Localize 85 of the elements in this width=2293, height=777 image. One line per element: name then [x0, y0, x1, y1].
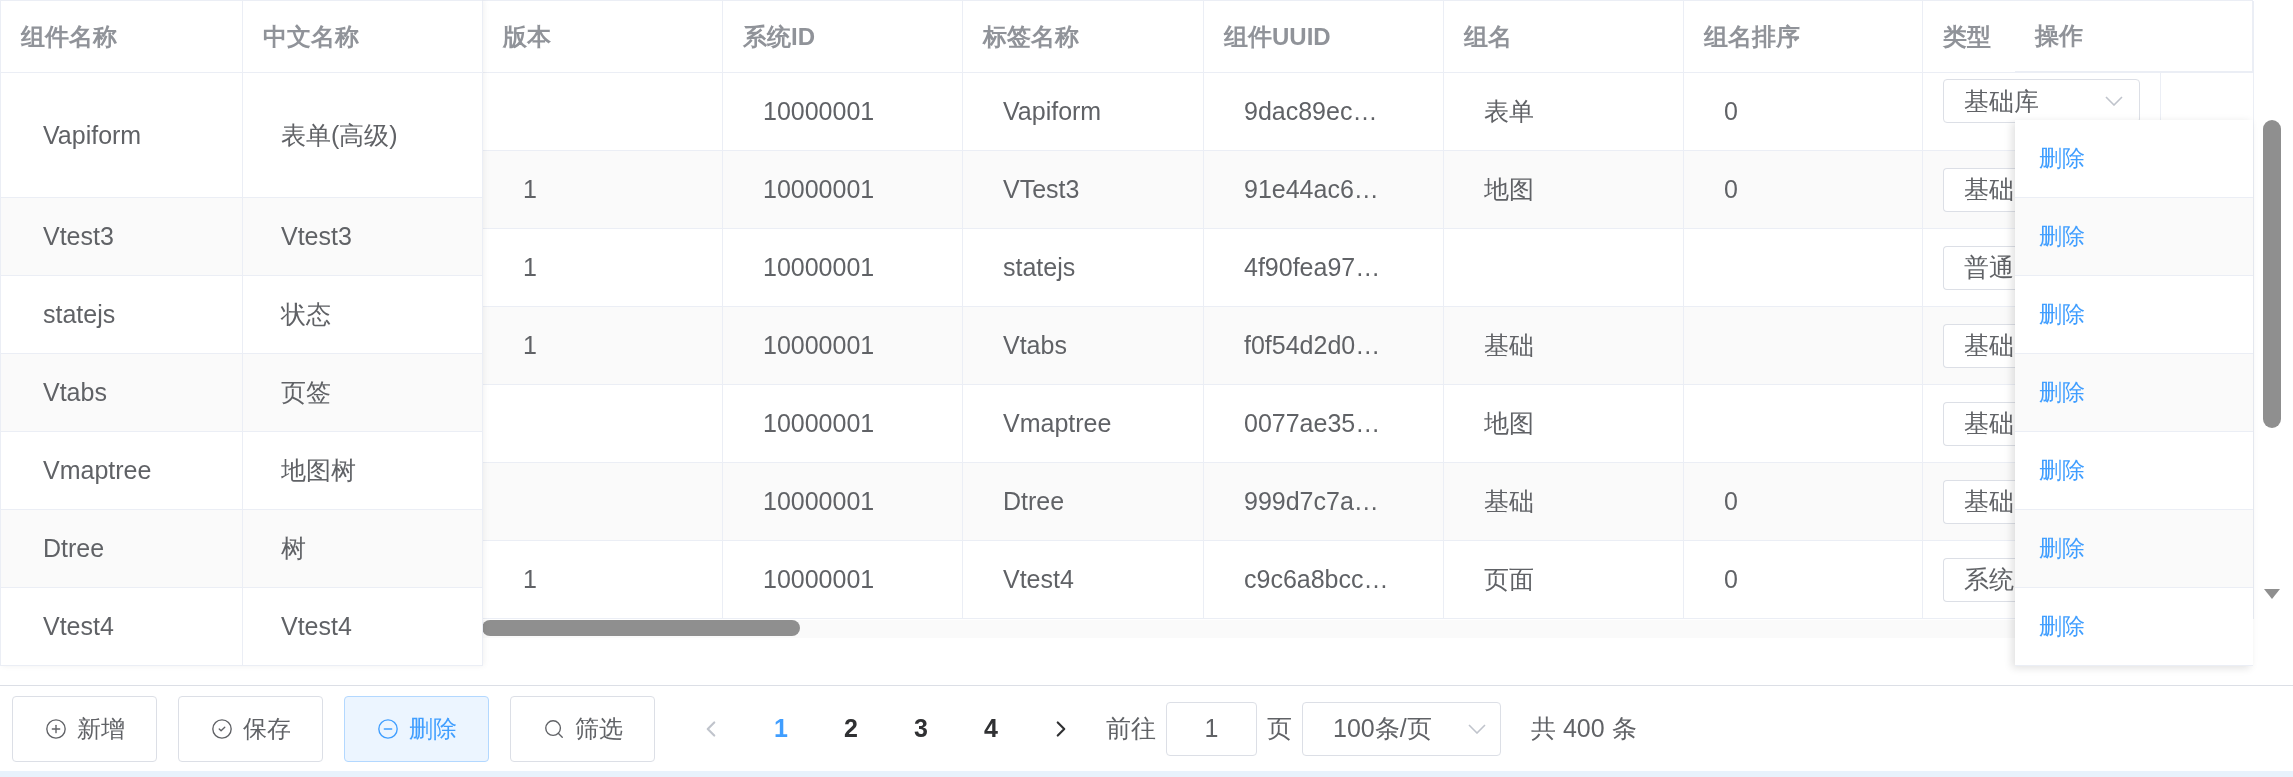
plus-circle-icon [44, 717, 67, 740]
group-order-cell: 0 [1684, 541, 1923, 619]
down-arrow-icon[interactable] [2263, 588, 2281, 600]
component-name-cell: Vtest3 [43, 222, 114, 251]
version-cell: 1 [483, 229, 723, 307]
group-order-cell: 0 [1684, 73, 1923, 151]
type-select[interactable]: 基础库 [1943, 79, 2140, 123]
chinese-name-cell-text: 状态 [281, 299, 331, 330]
column-header: 组件名称 [1, 1, 243, 73]
component-name-cell: Vtabs [43, 378, 107, 407]
system-id-cell: 10000001 [723, 385, 963, 463]
type-select[interactable]: 普通 [1943, 245, 2015, 290]
group-name-cell: 基础 [1444, 307, 1684, 385]
group-name-cell: 表单 [1444, 73, 1684, 151]
system-id-cell: 10000001 [723, 229, 963, 307]
vertical-scrollbar[interactable] [2262, 120, 2282, 600]
group-name-cell: 地图 [1444, 151, 1684, 229]
chinese-name-cell-text: 地图树 [281, 455, 356, 486]
component-name-cell: Vtest4 [43, 612, 114, 641]
tag-name-cell: Dtree [963, 463, 1204, 541]
page-number[interactable]: 4 [963, 703, 1019, 754]
column-header: 组件UUID [1204, 1, 1444, 73]
version-cell: 1 [483, 151, 723, 229]
horizontal-scrollbar[interactable] [482, 620, 2015, 638]
system-id-cell: 10000001 [723, 151, 963, 229]
group-order-cell: 0 [1684, 463, 1923, 541]
column-header: 操作 [2015, 0, 2253, 72]
tag-name-cell: statejs [963, 229, 1204, 307]
add-button[interactable]: 新增 [12, 695, 157, 762]
group-name-cell: 地图 [1444, 385, 1684, 463]
tag-name-cell: Vmaptree [963, 385, 1204, 463]
system-id-cell: 10000001 [723, 73, 963, 151]
chevron-down-icon [1468, 723, 1486, 734]
uuid-cell: 91e44ac6… [1204, 151, 1444, 229]
column-header: 版本 [483, 1, 723, 73]
chinese-name-cell: Vtest4 [281, 612, 352, 641]
component-name-cell: Dtree [43, 534, 105, 563]
uuid-cell: 9dac89ec… [1204, 73, 1444, 151]
check-circle-icon [210, 717, 233, 740]
total-count: 共 400 条 [1531, 713, 1637, 744]
group-name-cell: 页面 [1444, 541, 1684, 619]
uuid-cell: c9c6a8bcc… [1204, 541, 1444, 619]
uuid-cell: 4f90fea97… [1204, 229, 1444, 307]
column-header: 组名 [1444, 1, 1684, 73]
system-id-cell: 10000001 [723, 307, 963, 385]
type-select[interactable]: 基础 [1943, 167, 2015, 212]
uuid-cell: 0077ae35… [1204, 385, 1444, 463]
chinese-name-cell-text: 页签 [281, 377, 331, 408]
search-icon [542, 717, 565, 740]
uuid-cell: f0f54d2d0… [1204, 307, 1444, 385]
column-header: 系统ID [723, 1, 963, 73]
group-name-cell: 基础 [1444, 463, 1684, 541]
tag-name-cell: Vtest4 [963, 541, 1204, 619]
page-input[interactable]: 1 [1166, 701, 1257, 756]
version-cell: 1 [483, 307, 723, 385]
column-header: 标签名称 [963, 1, 1204, 73]
system-id-cell: 10000001 [723, 541, 963, 619]
uuid-cell: 999d7c7a… [1204, 463, 1444, 541]
chinese-name-cell-text: 树 [281, 533, 306, 564]
type-select[interactable]: 基础 [1943, 479, 2015, 524]
page-number[interactable]: 2 [823, 703, 879, 754]
filter-button[interactable]: 筛选 [510, 695, 655, 762]
column-header: 中文名称 [243, 1, 483, 73]
save-button[interactable]: 保存 [178, 695, 323, 762]
page-unit-label: 页 [1267, 713, 1292, 744]
component-name-cell: Vmaptree [43, 456, 152, 485]
chinese-name-cell-text: 表单(高级) [281, 119, 398, 151]
page-size-select[interactable]: 100条/页 [1302, 701, 1501, 756]
column-header: 组名排序 [1684, 1, 1923, 73]
system-id-cell: 10000001 [723, 463, 963, 541]
type-select[interactable]: 基础 [1943, 401, 2015, 446]
chevron-down-icon [2105, 96, 2123, 106]
tag-name-cell: Vtabs [963, 307, 1204, 385]
page-number[interactable]: 3 [893, 703, 949, 754]
component-name-cell: statejs [43, 300, 116, 329]
tag-name-cell: Vapiform [963, 73, 1204, 151]
type-select[interactable]: 基础 [1943, 323, 2015, 368]
component-name-cell: Vapiform [43, 120, 142, 150]
chinese-name-cell: Vtest3 [281, 222, 352, 251]
type-select[interactable]: 系统 [1943, 557, 2015, 602]
group-order-cell: 0 [1684, 151, 1923, 229]
goto-label: 前往 [1106, 713, 1156, 744]
minus-circle-icon [376, 717, 399, 740]
version-cell: 1 [483, 541, 723, 619]
tag-name-cell: VTest3 [963, 151, 1204, 229]
